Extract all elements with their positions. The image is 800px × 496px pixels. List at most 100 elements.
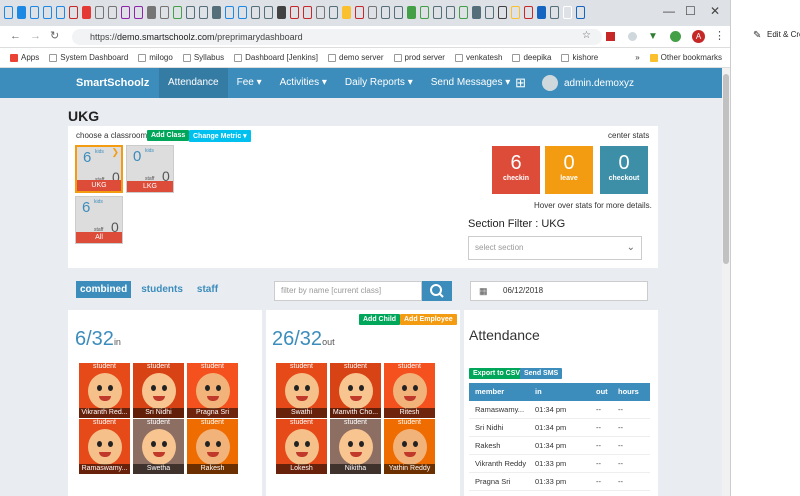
- browser-tab[interactable]: [43, 6, 52, 19]
- user-avatar[interactable]: [541, 75, 558, 91]
- student-card[interactable]: student Nikitha: [330, 419, 381, 474]
- send-sms-button[interactable]: Send SMS: [520, 368, 563, 379]
- back-icon[interactable]: ←: [10, 30, 21, 42]
- tab-students[interactable]: students: [137, 281, 187, 298]
- browser-tab[interactable]: [160, 6, 169, 19]
- bookmark-item[interactable]: milogo: [138, 53, 173, 62]
- add-employee-button[interactable]: Add Employee: [400, 314, 457, 325]
- student-card[interactable]: student Swathi: [276, 363, 327, 418]
- table-row[interactable]: Ramaswamy... 01:34 pm -- --: [469, 401, 650, 419]
- browser-tab[interactable]: [355, 6, 364, 19]
- browser-tab[interactable]: [95, 6, 104, 19]
- browser-tab[interactable]: [82, 6, 91, 19]
- bookmark-item[interactable]: kishore: [561, 53, 598, 62]
- extension-icon-4[interactable]: [670, 31, 681, 42]
- browser-tab[interactable]: [433, 6, 442, 19]
- tab-staff[interactable]: staff: [193, 281, 222, 298]
- add-class-button[interactable]: Add Class: [147, 130, 190, 141]
- browser-tab[interactable]: [303, 6, 312, 19]
- browser-tab[interactable]: [199, 6, 208, 19]
- browser-tab[interactable]: [550, 6, 559, 19]
- column-header[interactable]: member: [469, 383, 535, 401]
- nav-activities[interactable]: Activities ▾: [271, 68, 336, 98]
- bookmark-star-icon[interactable]: ☆: [582, 30, 591, 41]
- close-window-icon[interactable]: ✕: [710, 4, 720, 18]
- browser-tab[interactable]: [121, 6, 130, 19]
- browser-tab[interactable]: [381, 6, 390, 19]
- browser-tab[interactable]: [342, 6, 351, 19]
- nav-fee[interactable]: Fee ▾: [228, 68, 271, 98]
- table-row[interactable]: Rakesh 01:34 pm -- --: [469, 437, 650, 455]
- browser-tabs[interactable]: [4, 6, 585, 24]
- browser-tab[interactable]: [537, 6, 546, 19]
- browser-tab[interactable]: [446, 6, 455, 19]
- classroom-card-all[interactable]: 6 kids staff 0 All: [75, 196, 123, 244]
- extension-icon[interactable]: [606, 32, 615, 41]
- browser-tab[interactable]: [329, 6, 338, 19]
- browser-tab[interactable]: [251, 6, 260, 19]
- add-child-button[interactable]: Add Child: [359, 314, 401, 325]
- browser-tab[interactable]: [316, 6, 325, 19]
- column-header[interactable]: out: [596, 383, 618, 401]
- browser-tab[interactable]: [485, 6, 494, 19]
- bookmark-item[interactable]: System Dashboard: [49, 53, 128, 62]
- browser-tab[interactable]: [472, 6, 481, 19]
- extension-icon-3[interactable]: ▼: [648, 31, 658, 42]
- stat-checkout[interactable]: 0 checkout: [600, 146, 648, 194]
- student-card[interactable]: student Ramaswamy...: [79, 419, 130, 474]
- student-card[interactable]: student Yathin Reddy: [384, 419, 435, 474]
- browser-tab[interactable]: [173, 6, 182, 19]
- forward-icon[interactable]: →: [30, 30, 41, 42]
- minimize-icon[interactable]: —: [663, 4, 675, 18]
- browser-tab[interactable]: [134, 6, 143, 19]
- student-card[interactable]: student Lokesh: [276, 419, 327, 474]
- tab-combined[interactable]: combined: [76, 281, 132, 298]
- table-row[interactable]: Sri Nidhi 01:34 pm -- --: [469, 419, 650, 437]
- browser-tab[interactable]: [17, 6, 26, 19]
- browser-tab[interactable]: [524, 6, 533, 19]
- student-card[interactable]: student Sri Nidhi: [133, 363, 184, 418]
- table-row[interactable]: Pragna Sri 01:33 pm -- --: [469, 473, 650, 491]
- name-filter-input[interactable]: filter by name [current class]: [274, 281, 422, 301]
- browser-tab[interactable]: [186, 6, 195, 19]
- section-select[interactable]: select section ⌄: [468, 236, 642, 260]
- bookmark-item[interactable]: Apps: [10, 53, 39, 62]
- scrollbar-thumb[interactable]: [723, 74, 729, 264]
- browser-tab[interactable]: [563, 6, 572, 19]
- student-card[interactable]: student Pragna Sri: [187, 363, 238, 418]
- student-card[interactable]: student Rakesh: [187, 419, 238, 474]
- browser-tab[interactable]: [394, 6, 403, 19]
- browser-tab[interactable]: [277, 6, 286, 19]
- browser-tab[interactable]: [108, 6, 117, 19]
- browser-tab[interactable]: [69, 6, 78, 19]
- browser-tab[interactable]: [407, 6, 416, 19]
- browser-tab[interactable]: [576, 6, 585, 19]
- change-metric-button[interactable]: Change Metric ▾: [189, 130, 251, 142]
- bookmark-item[interactable]: Dashboard [Jenkins]: [234, 53, 318, 62]
- browser-tab[interactable]: [368, 6, 377, 19]
- column-header[interactable]: in: [535, 383, 596, 401]
- side-panel-item[interactable]: Edit & Cre: [767, 30, 800, 39]
- browser-tab[interactable]: [511, 6, 520, 19]
- bookmark-item[interactable]: prod server: [393, 53, 445, 62]
- apps-grid-icon[interactable]: ⊞: [515, 75, 526, 91]
- column-header[interactable]: hours: [618, 383, 650, 401]
- browser-tab[interactable]: [30, 6, 39, 19]
- other-bookmarks[interactable]: Other bookmarks: [649, 53, 722, 62]
- brand-logo[interactable]: SmartSchoolz: [76, 77, 159, 89]
- bookmark-item[interactable]: demo server: [328, 53, 384, 62]
- bookmarks-overflow[interactable]: »: [635, 53, 639, 62]
- maximize-icon[interactable]: ☐: [685, 4, 696, 18]
- bookmark-item[interactable]: Syllabus: [182, 53, 224, 62]
- user-name[interactable]: admin.demoxyz: [564, 78, 634, 89]
- stat-leave[interactable]: 0 leave: [545, 146, 593, 194]
- classroom-card-ukg[interactable]: 6 kids ❯ staff 0 UKG: [75, 145, 123, 193]
- search-button[interactable]: [422, 281, 452, 301]
- browser-tab[interactable]: [212, 6, 221, 19]
- nav-attendance[interactable]: Attendance: [159, 68, 228, 98]
- nav-daily-reports[interactable]: Daily Reports ▾: [336, 68, 422, 98]
- browser-tab[interactable]: [56, 6, 65, 19]
- nav-send-messages[interactable]: Send Messages ▾: [422, 68, 520, 98]
- browser-tab[interactable]: [4, 6, 13, 19]
- table-row[interactable]: Vikranth Reddy 01:33 pm -- --: [469, 455, 650, 473]
